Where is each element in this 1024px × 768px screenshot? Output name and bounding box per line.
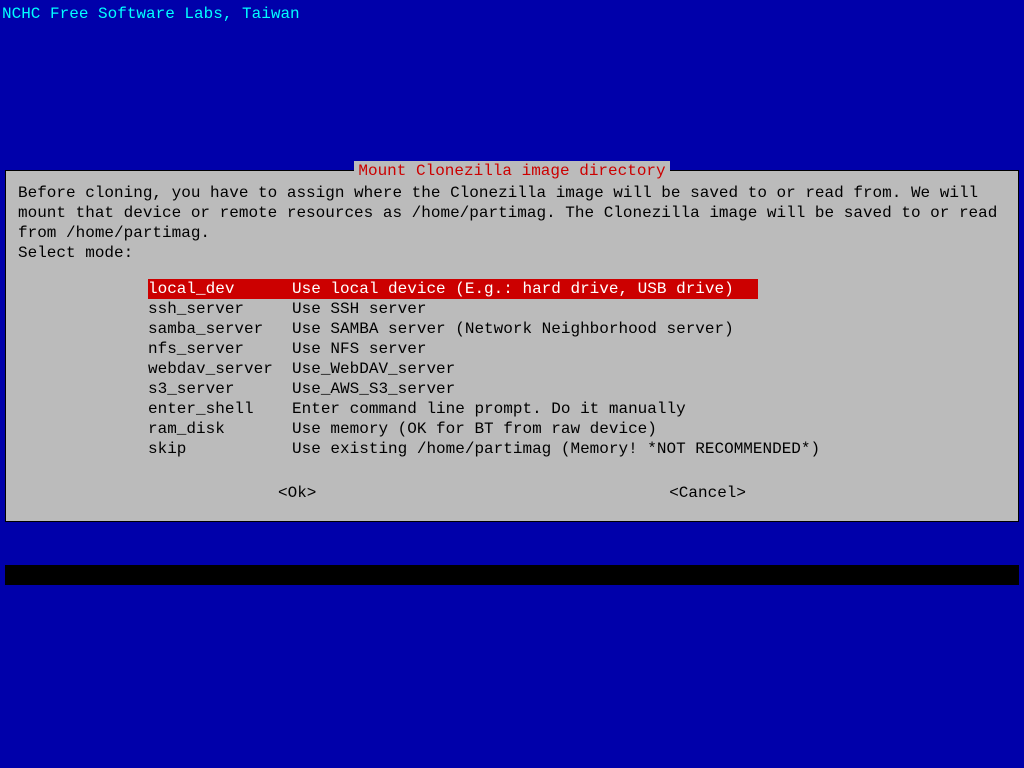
menu-item-ssh_server[interactable]: ssh_server Use SSH server bbox=[148, 299, 1006, 319]
menu-item-local_dev[interactable]: local_dev Use local device (E.g.: hard d… bbox=[148, 279, 758, 299]
menu-item-webdav_server[interactable]: webdav_server Use_WebDAV_server bbox=[148, 359, 1006, 379]
menu-item-skip[interactable]: skip Use existing /home/partimag (Memory… bbox=[148, 439, 1006, 459]
menu-item-nfs_server[interactable]: nfs_server Use NFS server bbox=[148, 339, 1006, 359]
menu-item-s3_server[interactable]: s3_server Use_AWS_S3_server bbox=[148, 379, 1006, 399]
mount-dialog: Mount Clonezilla image directory Before … bbox=[5, 170, 1019, 522]
mode-menu[interactable]: local_dev Use local device (E.g.: hard d… bbox=[148, 279, 1006, 459]
menu-item-enter_shell[interactable]: enter_shell Enter command line prompt. D… bbox=[148, 399, 1006, 419]
cancel-button[interactable]: <Cancel> bbox=[669, 483, 746, 503]
dialog-title: Mount Clonezilla image directory bbox=[354, 161, 669, 181]
menu-item-ram_disk[interactable]: ram_disk Use memory (OK for BT from raw … bbox=[148, 419, 1006, 439]
ok-button[interactable]: <Ok> bbox=[278, 483, 316, 503]
header-line: NCHC Free Software Labs, Taiwan bbox=[0, 0, 1024, 28]
menu-item-samba_server[interactable]: samba_server Use SAMBA server (Network N… bbox=[148, 319, 1006, 339]
dialog-shadow bbox=[5, 565, 1019, 585]
dialog-message: Before cloning, you have to assign where… bbox=[18, 183, 1006, 263]
